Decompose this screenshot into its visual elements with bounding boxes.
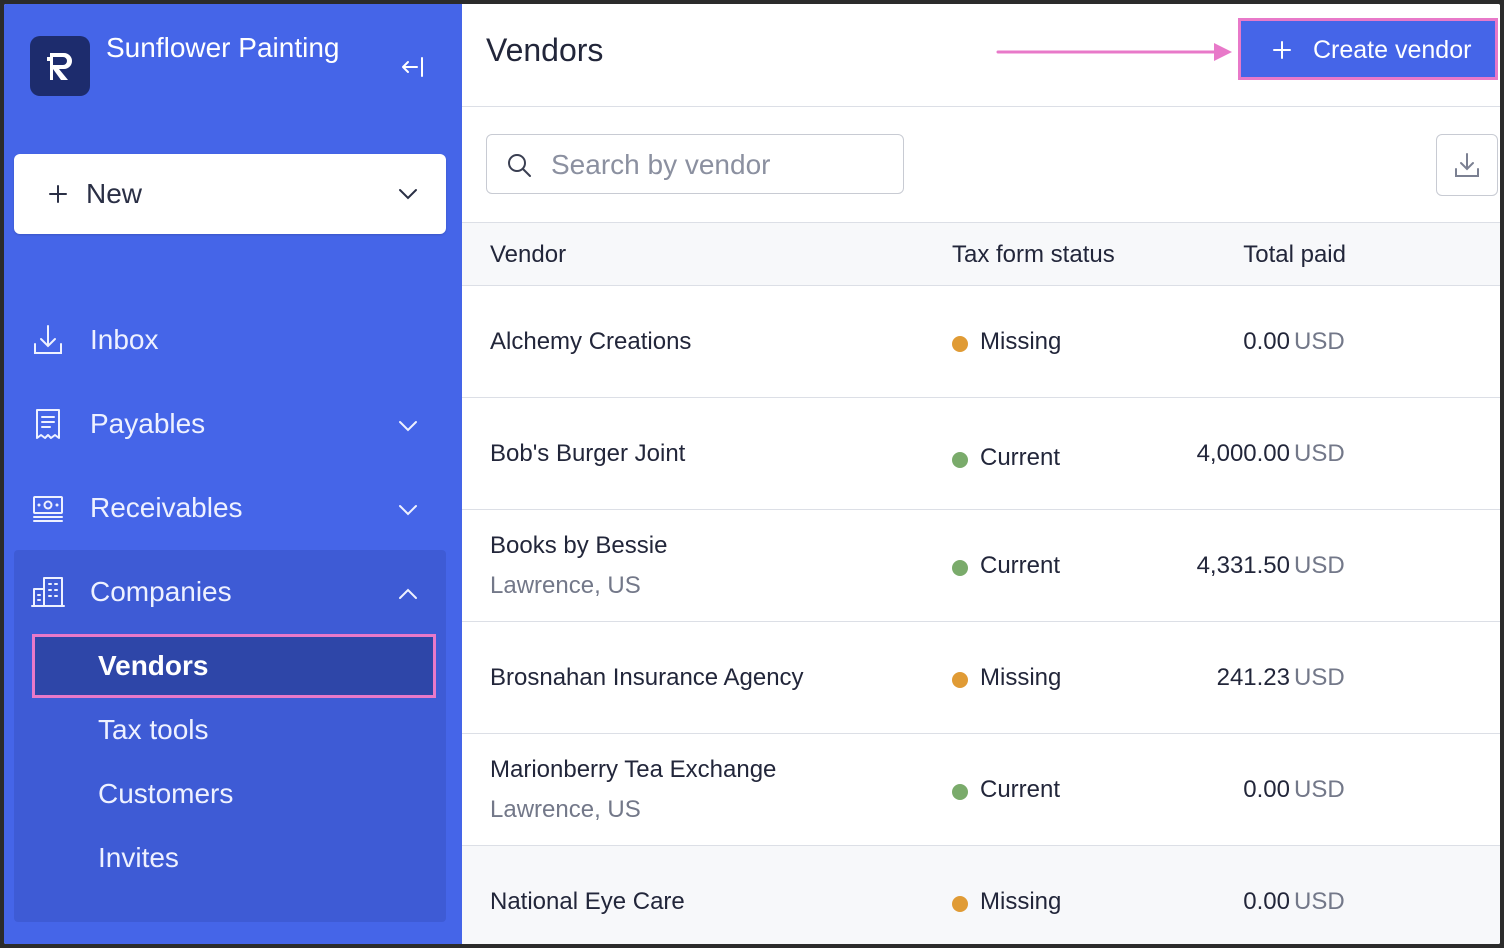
column-header-tax-status[interactable]: Tax form status xyxy=(952,239,1115,271)
company-logo xyxy=(30,36,90,96)
currency: USD xyxy=(1294,888,1345,915)
status-dot xyxy=(952,452,968,468)
sidebar-item-receivables[interactable]: Receivables xyxy=(14,476,446,540)
header-divider xyxy=(462,106,1500,107)
total-paid-amount: 0.00 xyxy=(1243,888,1290,915)
search-box xyxy=(486,134,904,194)
column-header-vendor[interactable]: Vendor xyxy=(490,239,566,271)
sidebar-subitem-vendors[interactable]: Vendors xyxy=(32,634,436,698)
status-dot xyxy=(952,336,968,352)
table-header: Vendor Tax form status Total paid xyxy=(462,222,1500,286)
tax-status: Missing xyxy=(980,328,1062,355)
download-button[interactable] xyxy=(1436,134,1498,196)
create-vendor-button[interactable]: Create vendor xyxy=(1238,18,1498,80)
vendor-name: Marionberry Tea Exchange xyxy=(490,756,777,783)
currency: USD xyxy=(1294,440,1345,467)
plus-icon xyxy=(49,185,67,203)
buildings-icon xyxy=(31,577,65,607)
total-paid-amount: 0.00 xyxy=(1243,776,1290,803)
main-content: Vendors Create vendor Ve xyxy=(462,4,1500,944)
sidebar-item-label: Receivables xyxy=(90,492,243,523)
vendor-name: Alchemy Creations xyxy=(490,328,692,355)
chevron-down-icon xyxy=(399,505,417,516)
organization-name: Sunflower Painting xyxy=(106,32,340,63)
sidebar-item-label: Payables xyxy=(90,408,206,439)
collapse-sidebar-button[interactable] xyxy=(396,50,430,84)
currency: USD xyxy=(1294,328,1345,355)
sidebar: Sunflower Painting New Inbox Payables Re… xyxy=(4,4,462,944)
money-icon xyxy=(33,496,63,522)
chevron-up-icon xyxy=(399,588,417,599)
plus-icon xyxy=(1273,41,1291,59)
vendor-name: Books by Bessie xyxy=(490,532,668,559)
sidebar-subitem-label: Invites xyxy=(98,842,179,873)
new-button-label: New xyxy=(86,178,143,209)
companies-group: Companies Vendors Tax tools Customers In… xyxy=(14,550,446,922)
vendor-name: Brosnahan Insurance Agency xyxy=(490,664,804,691)
table-row[interactable]: Alchemy Creations Missing 0.00 USD xyxy=(462,286,1500,398)
currency: USD xyxy=(1294,664,1345,691)
currency: USD xyxy=(1294,552,1345,579)
app-window: Sunflower Painting New Inbox Payables Re… xyxy=(0,0,1504,948)
vendor-name: National Eye Care xyxy=(490,888,685,915)
status-dot xyxy=(952,784,968,800)
collapse-icon xyxy=(402,57,423,77)
status-dot xyxy=(952,560,968,576)
new-button[interactable]: New xyxy=(14,154,446,234)
sidebar-subitem-tax-tools[interactable]: Tax tools xyxy=(32,698,436,762)
vendor-name: Bob's Burger Joint xyxy=(490,440,686,467)
table-row[interactable]: Brosnahan Insurance Agency Missing 241.2… xyxy=(462,622,1500,734)
sidebar-subitem-label: Customers xyxy=(98,778,234,809)
total-paid-amount: 0.00 xyxy=(1243,328,1290,355)
download-icon xyxy=(1455,153,1479,177)
status-dot xyxy=(952,672,968,688)
tax-status: Current xyxy=(980,444,1061,471)
column-header-total-paid[interactable]: Total paid xyxy=(1243,239,1346,271)
create-vendor-label: Create vendor xyxy=(1313,36,1472,64)
vendor-location: Lawrence, US xyxy=(490,572,641,599)
sidebar-item-label: Companies xyxy=(90,576,232,607)
tax-status: Current xyxy=(980,776,1061,803)
status-dot xyxy=(952,896,968,912)
total-paid-amount: 4,331.50 xyxy=(1196,552,1290,579)
tax-status: Current xyxy=(980,552,1061,579)
sidebar-item-inbox[interactable]: Inbox xyxy=(14,308,446,372)
table-row[interactable]: National Eye Care Missing 0.00 USD xyxy=(462,846,1500,944)
sidebar-subitem-label: Tax tools xyxy=(98,714,209,745)
receipt-icon xyxy=(36,409,60,439)
table-row[interactable]: Books by Bessie Lawrence, US Current 4,3… xyxy=(462,510,1500,622)
inbox-download-icon xyxy=(34,325,62,354)
sidebar-item-companies[interactable]: Companies xyxy=(14,560,446,624)
currency: USD xyxy=(1294,776,1345,803)
sidebar-subitem-label: Vendors xyxy=(98,650,209,681)
search-icon xyxy=(508,154,531,177)
tax-status: Missing xyxy=(980,664,1062,691)
total-paid-amount: 4,000.00 xyxy=(1196,440,1290,467)
chevron-down-icon xyxy=(399,421,417,432)
table-row[interactable]: Marionberry Tea Exchange Lawrence, US Cu… xyxy=(462,734,1500,846)
sidebar-subitem-invites[interactable]: Invites xyxy=(32,826,436,890)
tax-status: Missing xyxy=(980,888,1062,915)
sidebar-item-label: Inbox xyxy=(90,324,159,355)
search-input[interactable] xyxy=(549,143,893,187)
table-row[interactable]: Bob's Burger Joint Current 4,000.00 USD xyxy=(462,398,1500,510)
total-paid-amount: 241.23 xyxy=(1216,664,1290,691)
vendor-location: Lawrence, US xyxy=(490,796,641,823)
sidebar-item-payables[interactable]: Payables xyxy=(14,392,446,456)
logo-r-icon xyxy=(47,53,72,80)
annotation-arrow-icon xyxy=(996,43,1232,61)
page-title: Vendors xyxy=(486,32,604,68)
chevron-down-icon xyxy=(399,189,417,200)
sidebar-subitem-customers[interactable]: Customers xyxy=(32,762,436,826)
